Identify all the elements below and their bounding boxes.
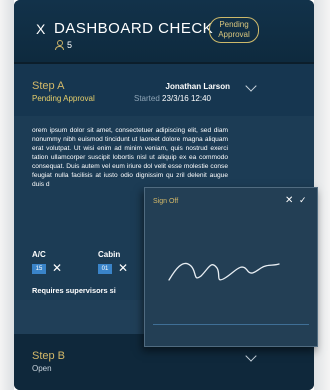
chevron-down-icon[interactable]: [245, 80, 257, 92]
user-count: 5: [67, 40, 73, 50]
step-a-instructions: orem ipsum dolor sit amet, consectetuer …: [32, 127, 228, 188]
step-b-title: Step B: [32, 350, 66, 362]
step-a-title: Step A: [32, 80, 65, 92]
close-icon[interactable]: ✕: [285, 195, 293, 206]
window-left-edge: [0, 0, 14, 390]
started-label: Started: [134, 94, 160, 103]
signature-baseline: [153, 324, 309, 325]
step-a-header[interactable]: Step A Pending Approval Jonathan Larson …: [14, 64, 314, 116]
started-value: 23/3/16 12:40: [162, 94, 211, 103]
page-title: DASHBOARD CHECK: [54, 20, 214, 37]
signoff-dialog: Sign Off ✕ ✓: [144, 187, 318, 347]
step-a-started: Started 23/3/16 12:40: [134, 94, 211, 103]
assigned-users: 5: [54, 40, 72, 50]
app-root: X DASHBOARD CHECK 5 Pending Approval Ste…: [0, 0, 330, 390]
signature-canvas[interactable]: [165, 240, 285, 300]
close-icon[interactable]: X: [36, 22, 45, 36]
requirement-note: Requires supervisors si: [32, 286, 116, 295]
cabin-field-label: Cabin: [98, 250, 121, 259]
chevron-down-icon[interactable]: [245, 350, 257, 362]
header: X DASHBOARD CHECK 5 Pending Approval: [14, 0, 314, 62]
step-a-status: Pending Approval: [32, 94, 95, 103]
signoff-title: Sign Off: [153, 198, 179, 205]
user-icon: [54, 40, 64, 50]
cabin-clear-icon[interactable]: ✕: [118, 262, 128, 274]
ac-clear-icon[interactable]: ✕: [52, 262, 62, 274]
step-a-assignee: Jonathan Larson: [165, 82, 230, 91]
step-b-status: Open: [32, 364, 52, 373]
cabin-field-value[interactable]: 01: [98, 264, 112, 274]
check-icon[interactable]: ✓: [299, 195, 307, 206]
ac-field-label: A/C: [32, 250, 46, 259]
status-badge: Pending Approval: [209, 17, 259, 43]
ac-field-value[interactable]: 15: [32, 264, 46, 274]
signature-stroke: [168, 262, 280, 281]
